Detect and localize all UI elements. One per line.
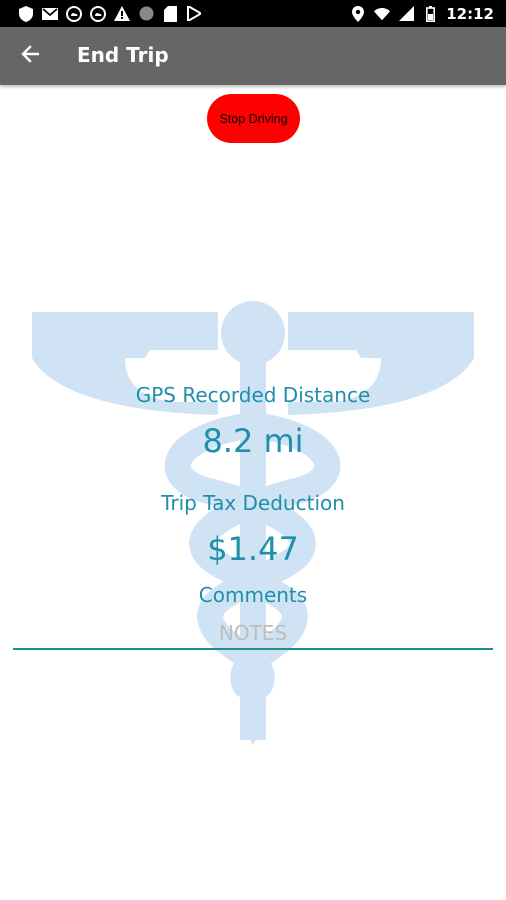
warning-icon (114, 6, 130, 22)
mail-icon (42, 6, 58, 22)
location-icon (350, 5, 366, 22)
play-store-icon (186, 6, 202, 22)
notes-input[interactable] (13, 618, 493, 650)
circle-icon (138, 6, 154, 22)
cloud-icon (66, 5, 82, 22)
status-time: 12:12 (446, 4, 494, 23)
battery-icon (422, 5, 438, 22)
tax-deduction-label: Trip Tax Deduction (161, 491, 345, 515)
sd-card-icon (162, 5, 178, 22)
tax-deduction-value: $1.47 (207, 530, 299, 568)
app-bar: End Trip (0, 27, 506, 85)
arrow-left-icon (21, 45, 40, 67)
wifi-icon (374, 6, 391, 22)
stop-driving-button[interactable]: Stop Driving (207, 94, 300, 143)
gps-distance-label: GPS Recorded Distance (135, 383, 371, 407)
gps-distance-value: 8.2 mi (202, 422, 304, 460)
status-bar: 12:12 (0, 0, 506, 27)
comments-label: Comments (198, 583, 308, 607)
caduceus-watermark (30, 300, 476, 745)
shield-icon (18, 5, 34, 22)
status-right-icons: 12:12 (350, 4, 494, 23)
cloud-icon (90, 5, 106, 22)
signal-icon (398, 6, 414, 22)
status-left-icons (18, 4, 202, 23)
back-button[interactable] (14, 40, 46, 72)
page-title: End Trip (77, 43, 169, 67)
